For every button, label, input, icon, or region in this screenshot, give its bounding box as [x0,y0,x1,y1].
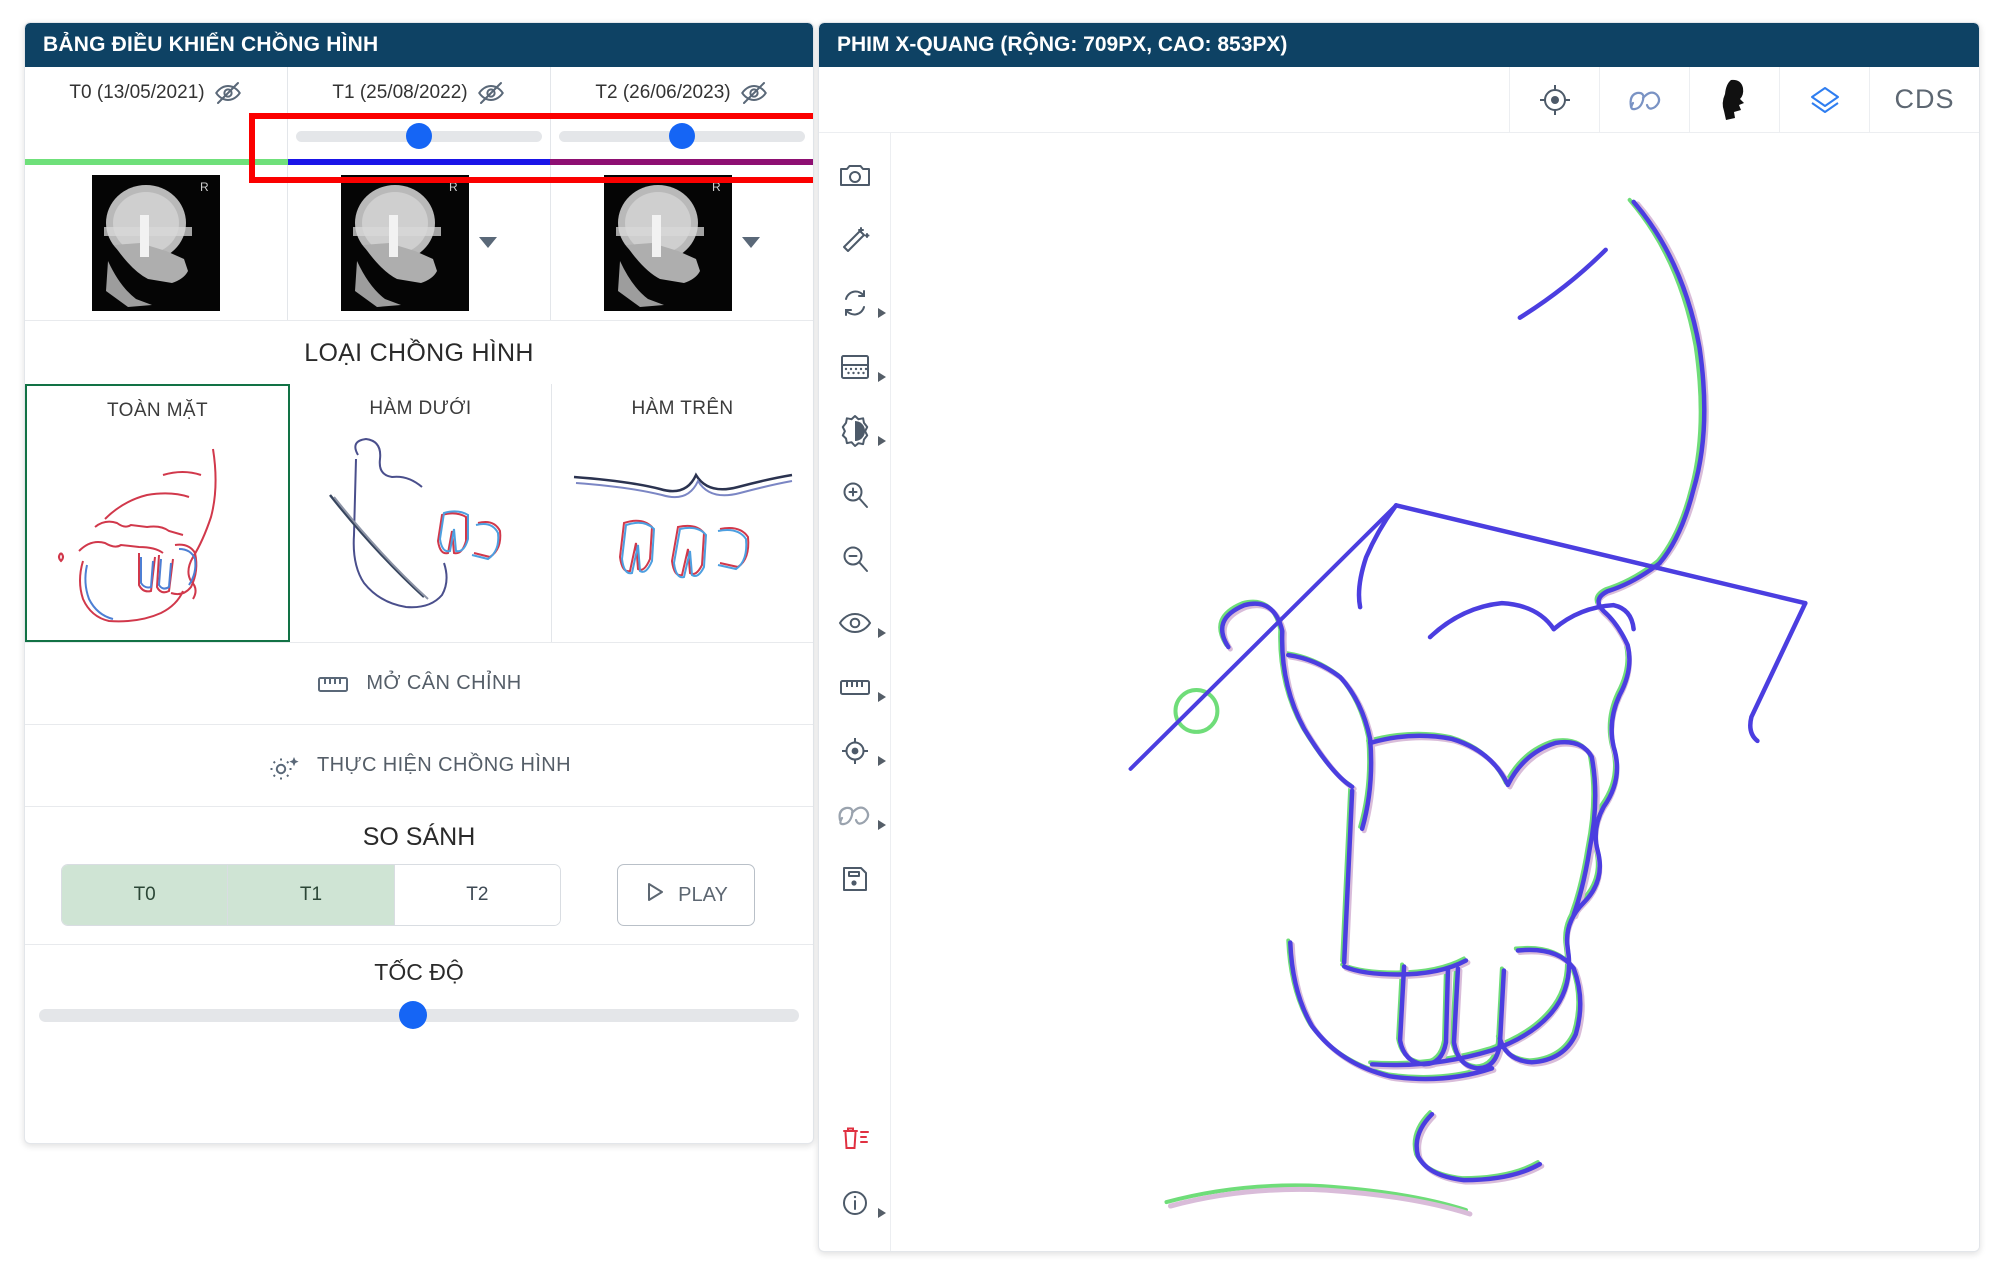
speed-slider-thumb[interactable] [399,1001,427,1029]
timepoint-label-t2: T2 (26/06/2023) [595,82,731,103]
submenu-arrow-icon[interactable] [877,436,886,446]
cds-label: CDS [1894,84,1955,114]
magic-wand-icon[interactable] [819,207,891,271]
submenu-arrow-icon[interactable] [877,1208,886,1218]
run-superimposition-label: THỰC HIỆN CHỒNG HÌNH [317,754,571,776]
sup-type-label: HÀM TRÊN [631,398,734,419]
speed-slider[interactable] [39,1001,799,1029]
compare-option-t2[interactable]: T2 [394,865,560,925]
curve-icon[interactable] [819,783,891,847]
submenu-arrow-icon[interactable] [877,692,886,702]
sup-type-card-mandible[interactable]: HÀM DƯỚI [290,384,552,642]
submenu-arrow-icon[interactable] [877,756,886,766]
tracing-overlay [1128,197,1808,1217]
viewer-side-toolbar [819,133,891,1251]
slider-thumb[interactable] [669,123,695,149]
rotate-sync-icon[interactable] [819,271,891,335]
submenu-arrow-icon[interactable] [877,628,886,638]
panel-title: BẢNG ĐIỀU KHIỂN CHỒNG HÌNH [25,23,813,67]
timepoint-label-t0: T0 (13/05/2021) [69,82,205,103]
eye-off-icon[interactable] [476,78,506,108]
opacity-slider-t2[interactable] [551,119,813,159]
delete-icon[interactable] [819,1107,891,1171]
superimposition-type-list: TOÀN MẶT HÀM DƯỚI HÀM TRÊN [25,384,813,642]
app-root: BẢNG ĐIỀU KHIỂN CHỒNG HÌNH T0 (13/05/202… [0,0,2004,1282]
speed-title: TỐC ĐỘ [374,959,464,985]
sup-type-card-maxilla[interactable]: HÀM TRÊN [552,384,813,642]
tracing-t0 [1164,197,1703,1213]
xray-thumbnail[interactable]: R [92,174,220,311]
sup-type-card-full-face[interactable]: TOÀN MẶT [25,384,290,642]
eye-off-icon[interactable] [213,78,243,108]
timepoint-header-t2[interactable]: T2 (26/06/2023) [551,67,813,119]
gear-sparkle-icon [267,750,301,782]
viewer-body [819,133,1979,1251]
opacity-slider-t0-cell [25,119,288,159]
play-icon [644,880,666,910]
zoom-out-icon[interactable] [819,527,891,591]
timepoint-header-t1[interactable]: T1 (25/08/2022) [288,67,551,119]
run-superimposition-button[interactable]: THỰC HIỆN CHỒNG HÌNH [25,724,813,806]
compare-option-t1[interactable]: T1 [228,865,395,925]
cephalometric-tracing-canvas[interactable] [891,133,1979,1251]
timepoint-header-row: T0 (13/05/2021) T1 (25/08/2022) T2 (26/0… [25,67,813,119]
chevron-down-icon[interactable] [479,237,497,248]
target-icon[interactable] [1509,67,1599,132]
thumbnail-cell-t2[interactable]: R [551,165,813,320]
brightness-contrast-icon[interactable] [819,399,891,463]
sup-type-label: TOÀN MẶT [106,400,209,421]
tracing-t1 [1128,199,1808,1183]
svg-text:R: R [200,180,209,194]
compare-title: SO SÁNH [362,823,476,851]
eye-icon[interactable] [819,591,891,655]
xray-viewer-panel: PHIM X-QUANG (RỘNG: 709PX, CAO: 853PX) C… [818,22,1980,1252]
viewer-top-toolbar: CDS [819,67,1979,133]
thumbnail-cell-t1[interactable]: R [288,165,551,320]
thumbnail-cell-t0[interactable]: R [25,165,288,320]
xray-thumbnail[interactable]: R [341,174,469,311]
ruler-icon[interactable] [819,655,891,719]
timepoint-header-t0[interactable]: T0 (13/05/2021) [25,67,288,119]
target-icon[interactable] [819,719,891,783]
play-label: PLAY [678,883,728,906]
ruler-icon [316,670,350,698]
timepoint-thumbnail-row: R R R [25,165,813,321]
profile-silhouette-icon[interactable] [1689,67,1779,132]
compare-option-t0[interactable]: T0 [62,865,229,925]
eye-off-icon[interactable] [739,78,769,108]
chevron-down-icon[interactable] [742,237,760,248]
camera-icon[interactable] [819,143,891,207]
submenu-arrow-icon[interactable] [877,308,886,318]
submenu-arrow-icon[interactable] [877,372,886,382]
speed-section: TỐC ĐỘ [25,944,813,1029]
timepoint-slider-row [25,119,813,159]
compare-controls: T0 T1 T2 PLAY [25,864,813,926]
svg-text:R: R [712,180,721,194]
xray-thumbnail[interactable]: R [604,174,732,311]
opacity-slider-t1[interactable] [288,119,551,159]
submenu-arrow-icon[interactable] [877,820,886,830]
zoom-in-icon[interactable] [819,463,891,527]
open-calibration-label: MỞ CÂN CHỈNH [366,672,522,694]
image-threshold-icon[interactable] [819,335,891,399]
curve-icon[interactable] [1599,67,1689,132]
layers-icon[interactable] [1779,67,1869,132]
open-calibration-button[interactable]: MỞ CÂN CHỈNH [25,642,813,724]
sup-type-label: HÀM DƯỚI [369,398,472,419]
sup-type-thumbnail [290,420,551,642]
sup-type-thumbnail [27,422,288,640]
superimposition-control-panel: BẢNG ĐIỀU KHIỂN CHỒNG HÌNH T0 (13/05/202… [24,22,814,1144]
slider-thumb[interactable] [406,123,432,149]
cds-button[interactable]: CDS [1869,67,1979,132]
svg-text:R: R [449,180,458,194]
compare-timepoint-group: T0 T1 T2 [61,864,561,926]
save-icon[interactable] [819,847,891,911]
play-button[interactable]: PLAY [617,864,755,926]
superimposition-type-title: LOẠI CHỒNG HÌNH [304,339,534,367]
compare-section: SO SÁNH T0 T1 T2 PLAY [25,806,813,926]
xray-panel-title: PHIM X-QUANG (RỘNG: 709PX, CAO: 853PX) [819,23,1979,67]
sup-type-thumbnail [552,420,813,642]
timepoint-label-t1: T1 (25/08/2022) [332,82,468,103]
info-icon[interactable] [819,1171,891,1235]
